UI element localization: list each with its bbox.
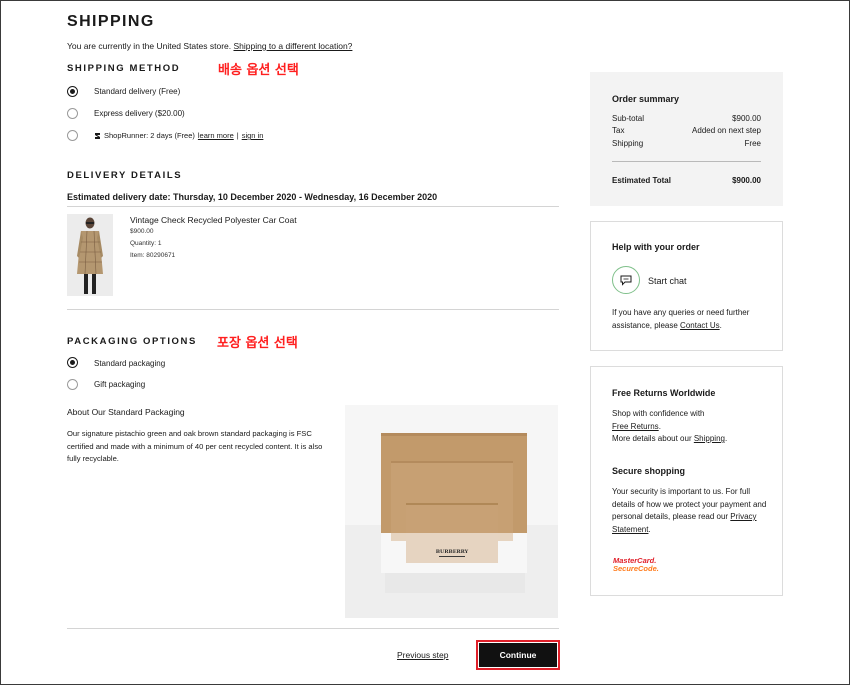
- returns-line1: Shop with confidence with: [612, 409, 705, 418]
- shoprunner-separator: |: [236, 131, 239, 140]
- divider: [67, 206, 559, 207]
- product-quantity: Quantity: 1: [130, 240, 162, 247]
- summary-row-subtotal: Sub-total $900.00: [612, 114, 761, 123]
- tax-value: Added on next step: [692, 126, 761, 135]
- help-text-period: .: [719, 320, 722, 330]
- order-summary-title: Order summary: [612, 94, 680, 104]
- help-panel: Help with your order Start chat If you h…: [590, 221, 783, 351]
- mastercard-securecode-logo: MasterCard. SecureCode.: [613, 557, 659, 573]
- store-info: You are currently in the United States s…: [67, 41, 352, 51]
- shipping-method-heading: SHIPPING METHOD: [67, 63, 181, 74]
- tax-label: Tax: [612, 126, 625, 135]
- coat-model-illustration: [67, 214, 113, 296]
- shipping-value: Free: [744, 139, 761, 148]
- subtotal-value: $900.00: [732, 114, 761, 123]
- product-item-number: Item: 80290671: [130, 252, 176, 259]
- express-delivery-label: Express delivery ($20.00): [94, 109, 185, 118]
- summary-row-total: Estimated Total $900.00: [612, 176, 761, 185]
- packaging-options-heading: PACKAGING OPTIONS: [67, 336, 197, 347]
- product-name: Vintage Check Recycled Polyester Car Coa…: [130, 215, 297, 225]
- shipping-label: Shipping: [612, 139, 644, 148]
- returns-line3-end: .: [724, 434, 728, 443]
- estimated-delivery-date: Estimated delivery date: Thursday, 10 De…: [67, 192, 438, 202]
- brand-wordmark: BURBERRY: [436, 549, 469, 555]
- page-title: SHIPPING: [67, 13, 155, 30]
- shoprunner-sign-in-link[interactable]: sign in: [242, 131, 264, 140]
- continue-button[interactable]: Continue: [476, 640, 560, 670]
- shoprunner-learn-more-link[interactable]: learn more: [198, 131, 234, 140]
- radio-standard-packaging[interactable]: [67, 357, 78, 368]
- packaging-bags-illustration: BURBERRY: [345, 405, 558, 618]
- radio-standard-delivery[interactable]: [67, 86, 78, 97]
- mastercard-logo-line2: SecureCode.: [613, 564, 659, 573]
- help-title: Help with your order: [612, 242, 700, 252]
- packaging-annotation: 포장 옵션 선택: [217, 336, 298, 351]
- summary-row-shipping: Shipping Free: [612, 139, 761, 148]
- previous-step-link[interactable]: Previous step: [397, 650, 449, 660]
- help-text: If you have any queries or need further …: [612, 307, 772, 332]
- returns-secure-panel: Free Returns Worldwide Shop with confide…: [590, 366, 783, 596]
- change-location-link[interactable]: Shipping to a different location?: [233, 41, 352, 51]
- radio-gift-packaging[interactable]: [67, 379, 78, 390]
- secure-text-end: .: [648, 524, 651, 534]
- about-packaging-text: Our signature pistachio green and oak br…: [67, 429, 323, 463]
- radio-shoprunner[interactable]: [67, 130, 78, 141]
- product-price: $900.00: [130, 228, 154, 235]
- free-returns-title: Free Returns Worldwide: [612, 388, 716, 398]
- standard-delivery-label: Standard delivery (Free): [94, 87, 181, 96]
- divider: [612, 161, 761, 162]
- free-returns-link[interactable]: Free Returns: [612, 422, 659, 431]
- shipping-annotation: 배송 옵션 선택: [218, 63, 299, 78]
- total-value: $900.00: [732, 176, 761, 185]
- delivery-details-heading: DELIVERY DETAILS: [67, 170, 183, 181]
- store-text: You are currently in the United States s…: [67, 41, 234, 51]
- secure-shopping-text: Your security is important to us. For fu…: [612, 486, 772, 536]
- chat-button[interactable]: [612, 266, 640, 294]
- gift-packaging-label: Gift packaging: [94, 380, 146, 389]
- order-summary-panel: Order summary Sub-total $900.00 Tax Adde…: [590, 72, 783, 206]
- returns-line3: More details about our: [612, 434, 694, 443]
- start-chat-label[interactable]: Start chat: [648, 276, 687, 286]
- shoprunner-label: ShopRunner: 2 days (Free): [104, 131, 195, 140]
- total-label: Estimated Total: [612, 176, 671, 185]
- free-returns-text: Shop with confidence with Free Returns. …: [612, 408, 772, 446]
- standard-packaging-label: Standard packaging: [94, 359, 166, 368]
- contact-us-link[interactable]: Contact Us: [680, 321, 720, 330]
- packaging-image: BURBERRY: [345, 405, 558, 618]
- secure-shopping-title: Secure shopping: [612, 466, 686, 476]
- returns-period: .: [658, 421, 661, 431]
- product-image[interactable]: [67, 214, 113, 296]
- subtotal-label: Sub-total: [612, 114, 645, 123]
- about-packaging-title: About Our Standard Packaging: [67, 407, 185, 417]
- shipping-info-link[interactable]: Shipping: [694, 434, 725, 443]
- radio-express-delivery[interactable]: [67, 108, 78, 119]
- chat-bubble-icon: [620, 275, 632, 286]
- divider: [67, 309, 559, 310]
- summary-row-tax: Tax Added on next step: [612, 126, 761, 135]
- divider: [67, 628, 559, 629]
- shoprunner-option: ShopRunner: 2 days (Free) learn more | s…: [94, 131, 263, 140]
- shoprunner-icon: [95, 132, 100, 139]
